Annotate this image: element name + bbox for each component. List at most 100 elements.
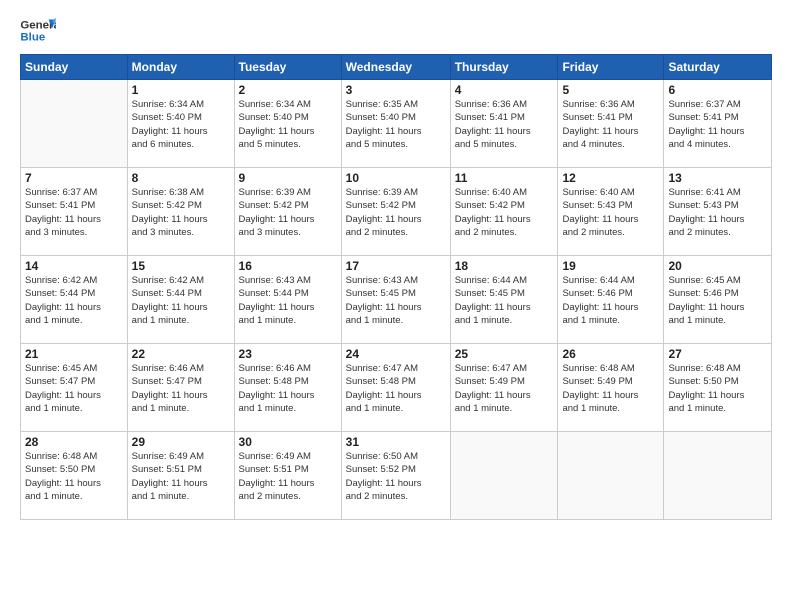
calendar-cell: 6Sunrise: 6:37 AMSunset: 5:41 PMDaylight…	[664, 80, 772, 168]
calendar-cell: 31Sunrise: 6:50 AMSunset: 5:52 PMDayligh…	[341, 432, 450, 520]
calendar-cell: 23Sunrise: 6:46 AMSunset: 5:48 PMDayligh…	[234, 344, 341, 432]
calendar-cell: 5Sunrise: 6:36 AMSunset: 5:41 PMDaylight…	[558, 80, 664, 168]
calendar-cell: 1Sunrise: 6:34 AMSunset: 5:40 PMDaylight…	[127, 80, 234, 168]
day-number: 21	[25, 347, 123, 361]
calendar-cell: 7Sunrise: 6:37 AMSunset: 5:41 PMDaylight…	[21, 168, 128, 256]
day-number: 30	[239, 435, 337, 449]
day-number: 26	[562, 347, 659, 361]
calendar-cell: 27Sunrise: 6:48 AMSunset: 5:50 PMDayligh…	[664, 344, 772, 432]
day-info: Sunrise: 6:36 AMSunset: 5:41 PMDaylight:…	[455, 98, 554, 151]
day-number: 24	[346, 347, 446, 361]
day-info: Sunrise: 6:35 AMSunset: 5:40 PMDaylight:…	[346, 98, 446, 151]
day-info: Sunrise: 6:43 AMSunset: 5:44 PMDaylight:…	[239, 274, 337, 327]
day-info: Sunrise: 6:44 AMSunset: 5:46 PMDaylight:…	[562, 274, 659, 327]
day-info: Sunrise: 6:41 AMSunset: 5:43 PMDaylight:…	[668, 186, 767, 239]
calendar-cell: 2Sunrise: 6:34 AMSunset: 5:40 PMDaylight…	[234, 80, 341, 168]
day-info: Sunrise: 6:48 AMSunset: 5:49 PMDaylight:…	[562, 362, 659, 415]
day-info: Sunrise: 6:34 AMSunset: 5:40 PMDaylight:…	[132, 98, 230, 151]
day-number: 2	[239, 83, 337, 97]
day-info: Sunrise: 6:50 AMSunset: 5:52 PMDaylight:…	[346, 450, 446, 503]
day-number: 9	[239, 171, 337, 185]
day-number: 4	[455, 83, 554, 97]
day-info: Sunrise: 6:36 AMSunset: 5:41 PMDaylight:…	[562, 98, 659, 151]
day-number: 16	[239, 259, 337, 273]
day-number: 14	[25, 259, 123, 273]
calendar-cell: 21Sunrise: 6:45 AMSunset: 5:47 PMDayligh…	[21, 344, 128, 432]
calendar-cell: 12Sunrise: 6:40 AMSunset: 5:43 PMDayligh…	[558, 168, 664, 256]
day-info: Sunrise: 6:37 AMSunset: 5:41 PMDaylight:…	[668, 98, 767, 151]
day-number: 23	[239, 347, 337, 361]
day-number: 6	[668, 83, 767, 97]
day-number: 3	[346, 83, 446, 97]
logo-icon: General Blue	[20, 16, 56, 46]
day-info: Sunrise: 6:47 AMSunset: 5:48 PMDaylight:…	[346, 362, 446, 415]
calendar-week-5: 28Sunrise: 6:48 AMSunset: 5:50 PMDayligh…	[21, 432, 772, 520]
calendar-week-1: 1Sunrise: 6:34 AMSunset: 5:40 PMDaylight…	[21, 80, 772, 168]
day-info: Sunrise: 6:45 AMSunset: 5:47 PMDaylight:…	[25, 362, 123, 415]
calendar-cell: 15Sunrise: 6:42 AMSunset: 5:44 PMDayligh…	[127, 256, 234, 344]
day-number: 7	[25, 171, 123, 185]
day-info: Sunrise: 6:48 AMSunset: 5:50 PMDaylight:…	[668, 362, 767, 415]
day-number: 11	[455, 171, 554, 185]
day-number: 27	[668, 347, 767, 361]
day-info: Sunrise: 6:44 AMSunset: 5:45 PMDaylight:…	[455, 274, 554, 327]
day-number: 22	[132, 347, 230, 361]
day-info: Sunrise: 6:39 AMSunset: 5:42 PMDaylight:…	[346, 186, 446, 239]
day-info: Sunrise: 6:40 AMSunset: 5:43 PMDaylight:…	[562, 186, 659, 239]
calendar-cell: 4Sunrise: 6:36 AMSunset: 5:41 PMDaylight…	[450, 80, 558, 168]
calendar-cell: 19Sunrise: 6:44 AMSunset: 5:46 PMDayligh…	[558, 256, 664, 344]
day-number: 29	[132, 435, 230, 449]
weekday-header-tuesday: Tuesday	[234, 55, 341, 80]
calendar-cell	[558, 432, 664, 520]
day-info: Sunrise: 6:46 AMSunset: 5:48 PMDaylight:…	[239, 362, 337, 415]
weekday-header-friday: Friday	[558, 55, 664, 80]
calendar-cell: 14Sunrise: 6:42 AMSunset: 5:44 PMDayligh…	[21, 256, 128, 344]
calendar-cell: 18Sunrise: 6:44 AMSunset: 5:45 PMDayligh…	[450, 256, 558, 344]
weekday-header-monday: Monday	[127, 55, 234, 80]
day-info: Sunrise: 6:39 AMSunset: 5:42 PMDaylight:…	[239, 186, 337, 239]
day-info: Sunrise: 6:40 AMSunset: 5:42 PMDaylight:…	[455, 186, 554, 239]
calendar-cell	[21, 80, 128, 168]
day-number: 15	[132, 259, 230, 273]
weekday-header-sunday: Sunday	[21, 55, 128, 80]
day-number: 18	[455, 259, 554, 273]
day-info: Sunrise: 6:42 AMSunset: 5:44 PMDaylight:…	[132, 274, 230, 327]
day-number: 20	[668, 259, 767, 273]
calendar-table: SundayMondayTuesdayWednesdayThursdayFrid…	[20, 54, 772, 520]
calendar-cell: 11Sunrise: 6:40 AMSunset: 5:42 PMDayligh…	[450, 168, 558, 256]
weekday-header-thursday: Thursday	[450, 55, 558, 80]
calendar-cell: 13Sunrise: 6:41 AMSunset: 5:43 PMDayligh…	[664, 168, 772, 256]
day-number: 12	[562, 171, 659, 185]
calendar-header-row: SundayMondayTuesdayWednesdayThursdayFrid…	[21, 55, 772, 80]
calendar-cell: 10Sunrise: 6:39 AMSunset: 5:42 PMDayligh…	[341, 168, 450, 256]
day-info: Sunrise: 6:49 AMSunset: 5:51 PMDaylight:…	[239, 450, 337, 503]
calendar-cell: 20Sunrise: 6:45 AMSunset: 5:46 PMDayligh…	[664, 256, 772, 344]
calendar-cell: 8Sunrise: 6:38 AMSunset: 5:42 PMDaylight…	[127, 168, 234, 256]
day-number: 25	[455, 347, 554, 361]
calendar-cell	[664, 432, 772, 520]
header: General Blue	[20, 16, 772, 46]
day-info: Sunrise: 6:45 AMSunset: 5:46 PMDaylight:…	[668, 274, 767, 327]
calendar-cell: 16Sunrise: 6:43 AMSunset: 5:44 PMDayligh…	[234, 256, 341, 344]
logo: General Blue	[20, 16, 56, 46]
calendar-cell: 22Sunrise: 6:46 AMSunset: 5:47 PMDayligh…	[127, 344, 234, 432]
calendar-cell: 3Sunrise: 6:35 AMSunset: 5:40 PMDaylight…	[341, 80, 450, 168]
calendar-cell: 24Sunrise: 6:47 AMSunset: 5:48 PMDayligh…	[341, 344, 450, 432]
day-info: Sunrise: 6:42 AMSunset: 5:44 PMDaylight:…	[25, 274, 123, 327]
day-number: 8	[132, 171, 230, 185]
svg-text:Blue: Blue	[20, 32, 45, 44]
day-number: 5	[562, 83, 659, 97]
day-info: Sunrise: 6:38 AMSunset: 5:42 PMDaylight:…	[132, 186, 230, 239]
day-info: Sunrise: 6:34 AMSunset: 5:40 PMDaylight:…	[239, 98, 337, 151]
day-info: Sunrise: 6:47 AMSunset: 5:49 PMDaylight:…	[455, 362, 554, 415]
calendar-week-2: 7Sunrise: 6:37 AMSunset: 5:41 PMDaylight…	[21, 168, 772, 256]
day-number: 13	[668, 171, 767, 185]
calendar-week-3: 14Sunrise: 6:42 AMSunset: 5:44 PMDayligh…	[21, 256, 772, 344]
day-number: 1	[132, 83, 230, 97]
day-number: 19	[562, 259, 659, 273]
calendar-cell	[450, 432, 558, 520]
calendar-cell: 28Sunrise: 6:48 AMSunset: 5:50 PMDayligh…	[21, 432, 128, 520]
day-number: 17	[346, 259, 446, 273]
calendar-cell: 17Sunrise: 6:43 AMSunset: 5:45 PMDayligh…	[341, 256, 450, 344]
calendar-cell: 26Sunrise: 6:48 AMSunset: 5:49 PMDayligh…	[558, 344, 664, 432]
